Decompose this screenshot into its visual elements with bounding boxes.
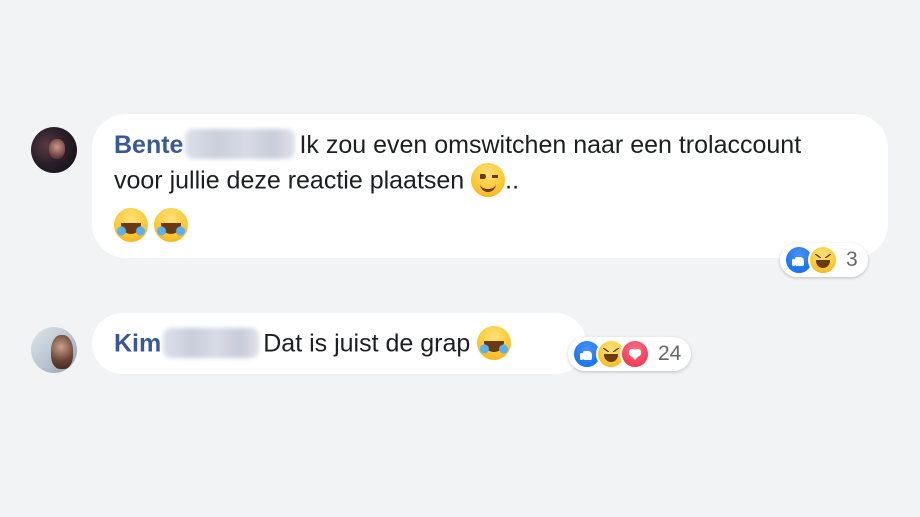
author-name-bente[interactable]: Bente xyxy=(114,131,183,159)
laughing-tears-emoji-icon xyxy=(114,208,148,242)
reaction-count: 3 xyxy=(846,248,858,271)
blurred-surname xyxy=(185,129,296,160)
love-icon xyxy=(620,339,650,369)
reactions-summary-bente[interactable]: 3 xyxy=(780,243,868,277)
reaction-count: 24 xyxy=(658,342,682,365)
wink-emoji-icon xyxy=(471,163,506,198)
haha-icon xyxy=(808,245,838,275)
avatar-bente[interactable] xyxy=(31,127,77,173)
laughing-tears-emoji-icon xyxy=(477,326,512,360)
comment-bubble-kim: Kim Dat is juist de grap xyxy=(92,313,586,374)
blurred-surname xyxy=(163,328,260,358)
comment-body: Kim Dat is juist de grap xyxy=(114,326,512,364)
comment-text-kim: Dat is juist de grap xyxy=(263,329,471,358)
comment-trailing: .. xyxy=(505,167,520,195)
attached-emojis xyxy=(114,208,188,246)
reactions-summary-kim[interactable]: 24 xyxy=(568,337,692,371)
comment-bubble-bente: Bente Ik zou even omswitchen naar een tro… xyxy=(92,114,888,258)
avatar-kim[interactable] xyxy=(31,327,77,373)
laughing-tears-emoji-icon xyxy=(154,208,188,242)
author-name-kim[interactable]: Kim xyxy=(114,330,161,358)
comment-body: Bente Ik zou even omswitchen naar een tro… xyxy=(114,128,854,201)
